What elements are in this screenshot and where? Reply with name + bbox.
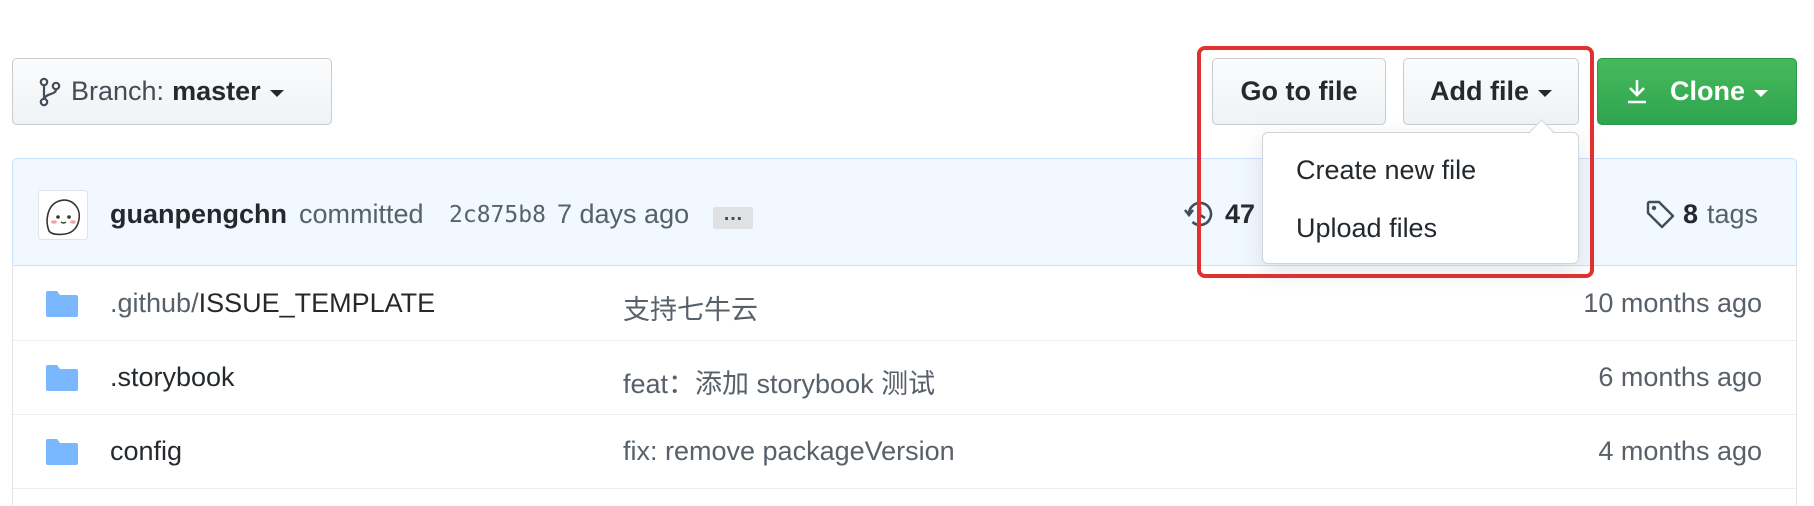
file-commit-message[interactable]: fix: remove packageVersion	[623, 436, 955, 467]
folder-icon	[45, 364, 79, 397]
file-name-link[interactable]: config	[110, 436, 182, 467]
commit-sha-link[interactable]: 2c875b8	[449, 202, 546, 228]
branch-label: Branch:	[71, 76, 165, 106]
branch-select-button[interactable]: Branch: master	[12, 58, 332, 125]
file-commit-message[interactable]: 支持七牛云	[623, 288, 758, 327]
folder-icon	[45, 438, 79, 471]
branch-value: master	[172, 76, 261, 106]
avatar[interactable]	[38, 190, 88, 240]
file-path-prefix: .github/	[110, 288, 199, 318]
file-name-link[interactable]: .github/ISSUE_TEMPLATE	[110, 288, 435, 319]
add-file-dropdown-menu: Create new file Upload files	[1262, 119, 1579, 264]
file-name: .storybook	[110, 362, 235, 392]
history-icon	[1183, 197, 1217, 236]
table-row[interactable]: config fix: remove packageVersion 4 mont…	[13, 414, 1796, 489]
file-name-link[interactable]: .storybook	[110, 362, 235, 393]
clone-label: Clone	[1669, 76, 1745, 106]
commit-time: 7 days ago	[557, 199, 690, 229]
go-to-file-button[interactable]: Go to file	[1212, 58, 1386, 125]
folder-icon	[45, 290, 79, 323]
file-name: config	[110, 436, 183, 466]
commit-message-expand-button[interactable]: …	[713, 204, 753, 229]
commit-author-link[interactable]: guanpengchn	[110, 199, 287, 230]
file-name: ISSUE_TEMPLATE	[198, 288, 436, 318]
menu-item-upload-files[interactable]: Upload files	[1296, 213, 1437, 244]
tags-label[interactable]: tags	[1707, 199, 1758, 230]
chevron-down-icon	[1754, 89, 1768, 97]
table-row[interactable]: .github/ISSUE_TEMPLATE 支持七牛云 10 months a…	[13, 266, 1796, 341]
table-row[interactable]: .storybook feat：添加 storybook 测试 6 months…	[13, 340, 1796, 415]
commit-count-link[interactable]: 47	[1225, 199, 1255, 230]
file-age: 4 months ago	[1598, 436, 1762, 466]
file-list: .github/ISSUE_TEMPLATE 支持七牛云 10 months a…	[12, 266, 1797, 506]
menu-item-create-new-file[interactable]: Create new file	[1296, 155, 1476, 186]
download-icon	[1626, 79, 1648, 105]
file-age: 6 months ago	[1598, 362, 1762, 392]
add-file-button[interactable]: Add file	[1403, 58, 1579, 125]
git-branch-icon	[39, 77, 61, 107]
file-commit-message[interactable]: feat：添加 storybook 测试	[623, 362, 935, 401]
commit-verb: committed	[299, 199, 424, 229]
chevron-down-icon	[269, 89, 284, 97]
tag-icon	[1645, 199, 1677, 236]
add-file-label: Add file	[1430, 76, 1529, 106]
file-age: 10 months ago	[1583, 288, 1762, 318]
clone-button[interactable]: Clone	[1597, 58, 1797, 125]
go-to-file-label: Go to file	[1240, 76, 1358, 106]
chevron-down-icon	[1538, 89, 1552, 97]
tags-count[interactable]: 8	[1683, 199, 1698, 230]
